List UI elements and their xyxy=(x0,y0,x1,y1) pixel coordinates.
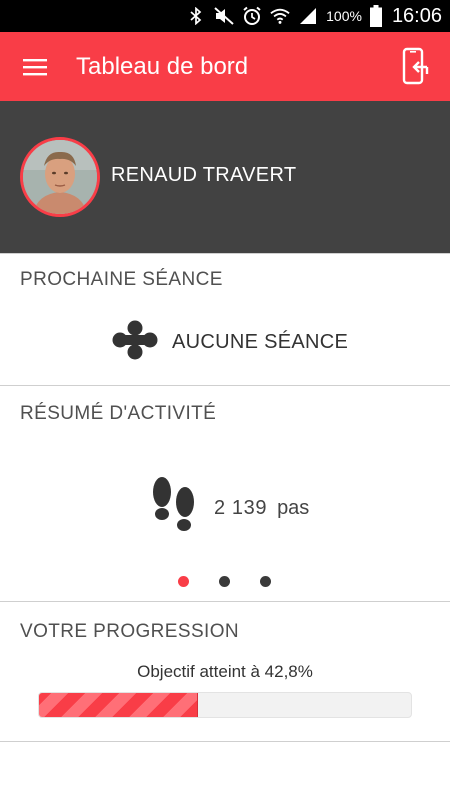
page-title: Tableau de bord xyxy=(76,53,249,80)
progress-bar xyxy=(38,692,412,718)
mute-icon xyxy=(214,6,234,26)
avatar[interactable] xyxy=(20,137,100,217)
progress-bar-fill xyxy=(39,693,199,717)
next-session-title: PROCHAINE SÉANCE xyxy=(20,269,223,290)
battery-percent: 100% xyxy=(326,8,362,24)
activity-title: RÉSUMÉ D'ACTIVITÉ xyxy=(20,403,217,424)
signal-icon xyxy=(298,6,318,26)
next-session-label: AUCUNE SÉANCE xyxy=(172,330,349,353)
status-bar: 100% 16:06 xyxy=(0,0,450,32)
battery-icon xyxy=(369,5,382,27)
phone-switch-icon[interactable] xyxy=(398,46,432,88)
clock: 16:06 xyxy=(391,4,442,27)
wifi-icon xyxy=(270,6,290,26)
profile-name: RENAUD TRAVERT xyxy=(111,164,297,186)
hamburger-menu-icon[interactable] xyxy=(18,52,52,82)
alarm-icon xyxy=(242,6,262,26)
divider xyxy=(0,253,450,254)
footsteps-icon xyxy=(150,476,198,541)
page-dot[interactable] xyxy=(178,576,189,587)
page-dot[interactable] xyxy=(260,576,271,587)
page-dot[interactable] xyxy=(219,576,230,587)
objective-text: Objectif atteint à 42,8% xyxy=(137,662,313,681)
steps-value: 2 139 xyxy=(214,496,268,519)
session-logo-icon xyxy=(112,320,158,365)
progress-title: VOTRE PROGRESSION xyxy=(20,621,240,642)
page-indicator xyxy=(0,576,450,588)
status-icons: 100% 16:06 xyxy=(186,0,442,32)
steps-summary[interactable]: 2 139 pas xyxy=(150,476,310,541)
app-bar: Tableau de bord xyxy=(0,32,450,101)
divider xyxy=(0,601,450,602)
divider xyxy=(0,385,450,386)
steps-unit: pas xyxy=(277,496,310,519)
bluetooth-icon xyxy=(186,6,206,26)
profile-header: RENAUD TRAVERT xyxy=(0,101,450,253)
divider xyxy=(0,741,450,742)
next-session-content: AUCUNE SÉANCE xyxy=(112,320,349,365)
